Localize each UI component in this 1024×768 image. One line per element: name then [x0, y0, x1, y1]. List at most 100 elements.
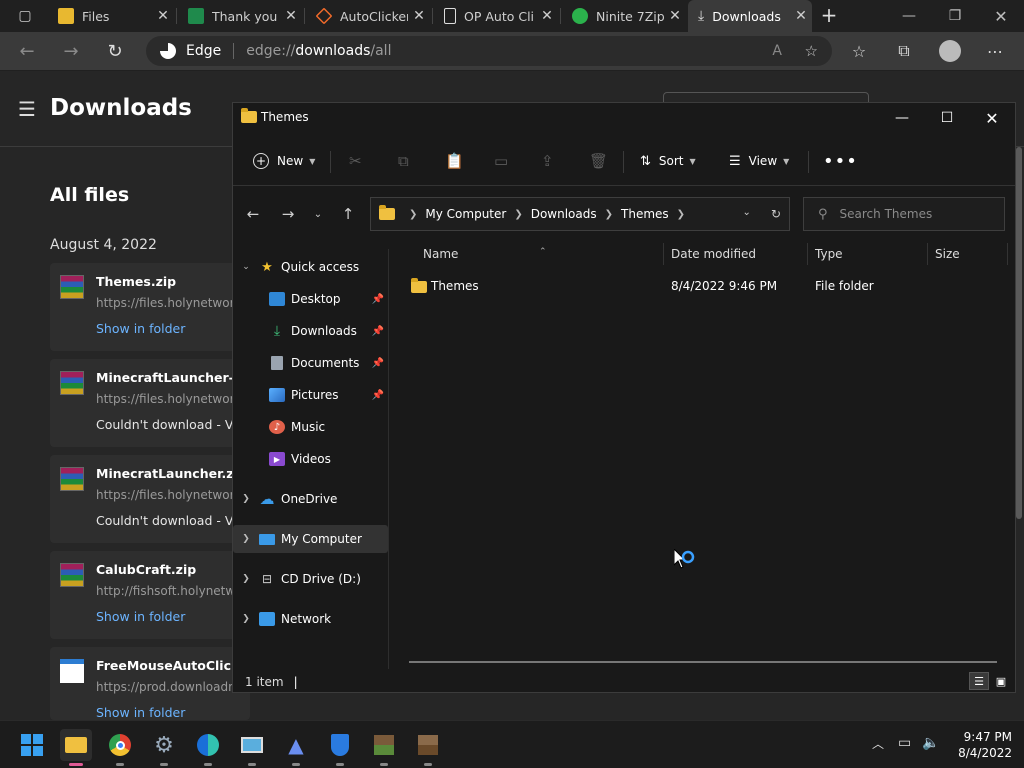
url-text[interactable]: edge://downloads/all [246, 43, 391, 59]
close-window-button[interactable]: ✕ [969, 103, 1015, 133]
close-icon[interactable]: ✕ [152, 8, 174, 24]
file-explorer-icon[interactable] [60, 729, 92, 766]
minimize-button[interactable]: — [879, 103, 925, 133]
download-name[interactable]: CalubCraft.zip [96, 562, 196, 577]
remote-desktop-icon[interactable] [236, 729, 268, 766]
app-icon[interactable]: ▲ [280, 729, 312, 766]
download-name[interactable]: Themes.zip [96, 274, 176, 289]
breadcrumb-downloads[interactable]: Downloads [531, 207, 597, 221]
tab-autoclicker[interactable]: AutoClicker ✕ [306, 0, 430, 32]
show-hidden-icons-icon[interactable]: ︿ [872, 735, 884, 752]
tab-thank-you[interactable]: Thank you f ✕ [178, 0, 302, 32]
view-button[interactable]: ☰ View ▼ [729, 149, 789, 173]
show-in-folder-link[interactable]: Show in folder [96, 705, 185, 720]
nav-downloads[interactable]: ⤓ Downloads 📌 [233, 317, 388, 345]
restore-button[interactable]: ❐ [932, 0, 978, 32]
close-icon[interactable]: ✕ [664, 8, 686, 24]
download-name[interactable]: FreeMouseAutoClicker.e [96, 658, 250, 673]
edge-icon[interactable] [192, 729, 224, 766]
breadcrumb-my-computer[interactable]: My Computer [425, 207, 506, 221]
minecraft-icon[interactable] [368, 729, 400, 766]
tiles-view-button[interactable]: ▣ [991, 672, 1011, 690]
sort-button[interactable]: ⇅ Sort ▼ [640, 149, 696, 173]
volume-icon[interactable]: 🔈 [922, 735, 939, 751]
address-bar[interactable]: Edge edge://downloads/all A ☆ [146, 36, 832, 66]
nav-network[interactable]: ❯ Network [233, 605, 388, 633]
download-item[interactable]: Themes.zip https://files.holynetworkad S… [50, 263, 250, 351]
explorer-title-bar[interactable]: Themes — ☐ ✕ [233, 103, 1015, 133]
rename-button[interactable]: ▭ [494, 149, 508, 173]
file-name[interactable]: Themes [431, 279, 479, 293]
new-button[interactable]: + New ▼ [253, 149, 315, 173]
read-aloud-icon[interactable]: A [772, 43, 782, 59]
breadcrumb-themes[interactable]: Themes [621, 207, 669, 221]
paste-button[interactable]: 📋 [445, 149, 464, 173]
tab-ninite[interactable]: Ninite 7Zip ✕ [562, 0, 686, 32]
column-name[interactable]: Name [423, 247, 458, 261]
collections-icon[interactable]: ⧉ [889, 37, 919, 65]
maximize-button[interactable]: ☐ [924, 103, 970, 133]
tab-actions-icon[interactable]: ▢ [10, 2, 40, 30]
download-item[interactable]: CalubCraft.zip http://fishsoft.holynetwo… [50, 551, 250, 639]
pin-icon[interactable]: 📌 [372, 294, 384, 305]
chevron-right-icon[interactable]: ❯ [233, 614, 259, 624]
tab-files[interactable]: Files ✕ [48, 0, 174, 32]
up-button[interactable]: ↑ [336, 202, 360, 226]
start-icon[interactable] [16, 729, 48, 761]
tab-downloads[interactable]: ⤓ Downloads ✕ [688, 0, 812, 32]
nav-cd-drive[interactable]: ❯ ⊟ CD Drive (D:) [233, 565, 388, 593]
nav-my-computer[interactable]: ❯ My Computer [233, 525, 388, 553]
share-button[interactable]: ⇪ [541, 149, 554, 173]
chevron-down-icon[interactable]: ⌄ [233, 262, 259, 272]
details-view-button[interactable]: ☰ [969, 672, 989, 690]
pin-icon[interactable]: 📌 [372, 390, 384, 401]
close-icon[interactable]: ✕ [790, 8, 812, 24]
copy-button[interactable]: ⧉ [398, 149, 409, 173]
refresh-icon[interactable]: ↻ [771, 207, 781, 221]
back-button[interactable]: ← [241, 202, 265, 226]
new-tab-button[interactable]: + [814, 1, 844, 29]
column-type[interactable]: Type [815, 247, 843, 261]
column-date-modified[interactable]: Date modified [671, 247, 756, 261]
pin-icon[interactable]: 📌 [372, 326, 384, 337]
column-size[interactable]: Size [935, 247, 960, 261]
close-icon[interactable]: ✕ [408, 8, 430, 24]
tab-op-auto-clicker[interactable]: OP Auto Cli ✕ [434, 0, 558, 32]
cut-button[interactable]: ✂ [349, 149, 362, 173]
defender-icon[interactable] [324, 729, 356, 766]
nav-music[interactable]: ♪ Music [233, 413, 388, 441]
nav-pictures[interactable]: Pictures 📌 [233, 381, 388, 409]
back-button[interactable]: ← [12, 37, 42, 65]
chevron-right-icon[interactable]: ❯ [233, 534, 259, 544]
see-more-button[interactable]: ••• [823, 149, 858, 173]
favorites-icon[interactable]: ☆ [844, 37, 874, 65]
download-name[interactable]: MinecraftLauncher-0.3.2 [96, 370, 250, 385]
chevron-right-icon[interactable]: ❯ [233, 574, 259, 584]
address-breadcrumb[interactable]: ❯ My Computer ❯ Downloads ❯ Themes ❯ ⌄ ↻ [370, 197, 790, 231]
nav-desktop[interactable]: Desktop 📌 [233, 285, 388, 313]
refresh-button[interactable]: ↻ [100, 37, 130, 65]
recent-locations-button[interactable]: ⌄ [306, 202, 330, 226]
download-item[interactable]: MinecraftLauncher-0.3.2 https://files.ho… [50, 359, 250, 447]
download-item[interactable]: FreeMouseAutoClicker.e https://prod.down… [50, 647, 250, 720]
profile-avatar[interactable] [935, 37, 965, 65]
close-icon[interactable]: ✕ [536, 8, 558, 24]
minimize-button[interactable]: — [886, 0, 932, 32]
network-status-icon[interactable]: ▭ [898, 735, 911, 751]
horizontal-scrollbar[interactable] [409, 661, 997, 663]
file-row[interactable]: Themes 8/4/2022 9:46 PM File folder [409, 275, 1009, 297]
chrome-icon[interactable] [104, 729, 136, 766]
nav-documents[interactable]: Documents 📌 [233, 349, 388, 377]
forward-button[interactable]: → [276, 202, 300, 226]
download-name[interactable]: MinecratLauncher.zip [96, 466, 247, 481]
settings-icon[interactable]: ⚙ [148, 729, 180, 766]
more-menu-icon[interactable]: ⋯ [980, 37, 1010, 65]
show-in-folder-link[interactable]: Show in folder [96, 321, 185, 336]
page-scrollbar[interactable] [1016, 147, 1022, 519]
close-icon[interactable]: ✕ [280, 8, 302, 24]
delete-button[interactable]: 🗑 [589, 149, 608, 173]
search-input[interactable]: ⚲ Search Themes [803, 197, 1005, 231]
add-favorite-icon[interactable]: ☆ [805, 42, 818, 60]
nav-videos[interactable]: ▶ Videos [233, 445, 388, 473]
system-clock[interactable]: 9:47 PM 8/4/2022 [940, 729, 1012, 761]
